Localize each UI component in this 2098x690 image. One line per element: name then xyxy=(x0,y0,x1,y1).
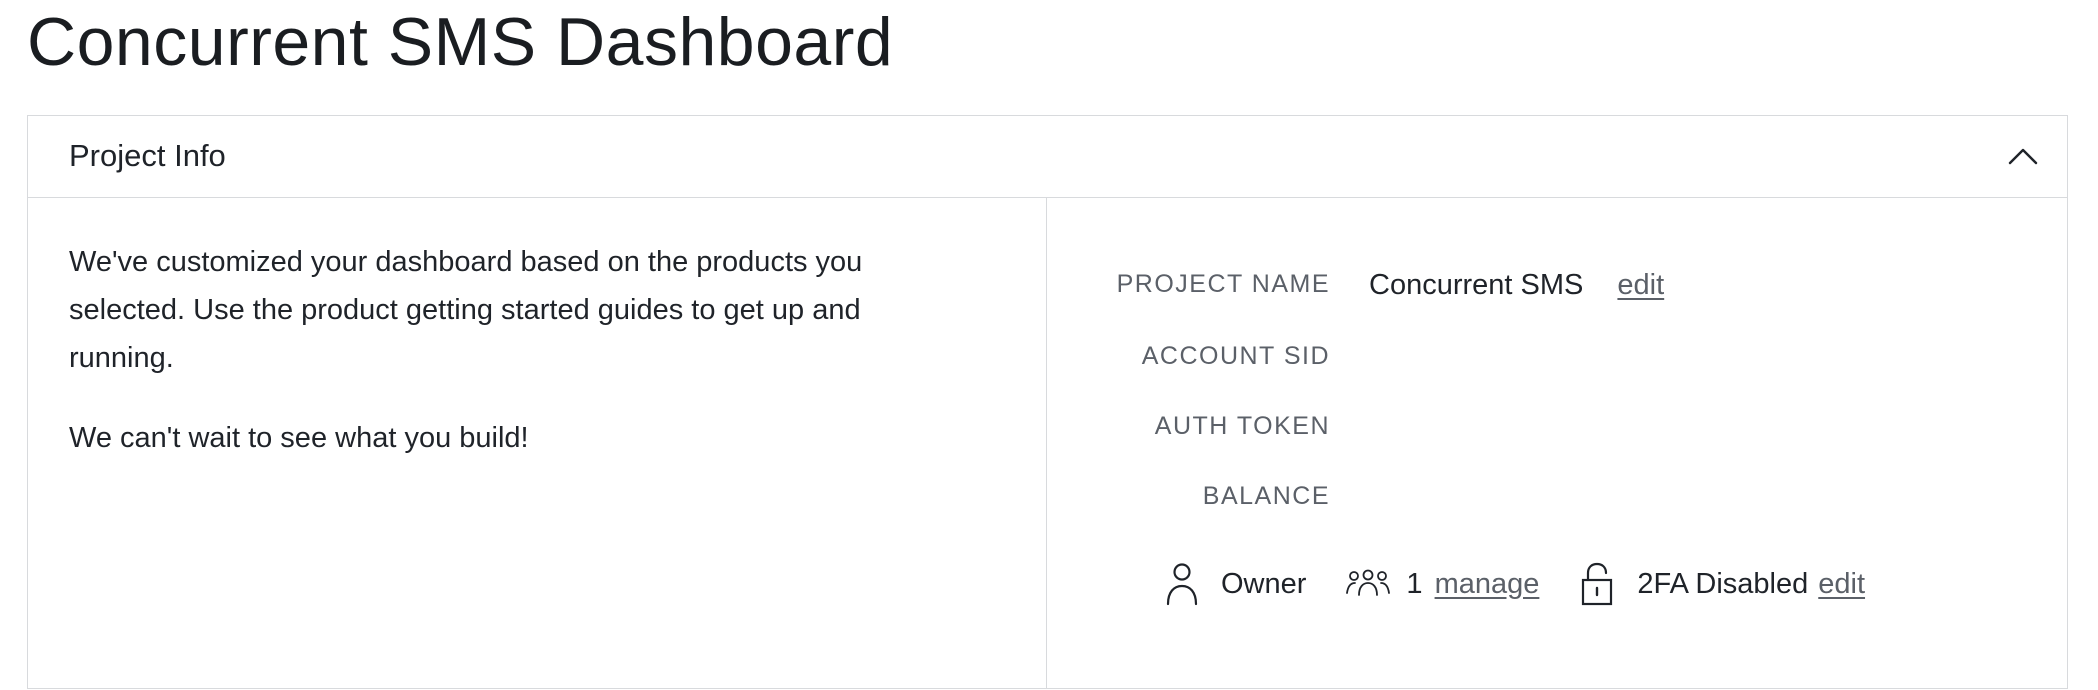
user-icon xyxy=(1165,562,1199,606)
chevron-up-icon xyxy=(2008,148,2038,165)
lock-icon xyxy=(1581,562,1613,606)
project-name-value: Concurrent SMS edit xyxy=(1369,267,1664,303)
project-info-card: Project Info We've customized your dashb… xyxy=(27,115,2068,689)
manage-members-link[interactable]: manage xyxy=(1435,568,1540,601)
outro-text: We can't wait to see what you build! xyxy=(69,422,529,454)
project-name-text: Concurrent SMS xyxy=(1369,269,1584,301)
intro-text: We've customized your dashboard based on… xyxy=(69,246,863,374)
page-title: Concurrent SMS Dashboard xyxy=(27,4,894,80)
project-name-label: PROJECT NAME xyxy=(1116,270,1330,298)
project-info-description: We've customized your dashboard based on… xyxy=(28,198,1047,688)
edit-project-name-link[interactable]: edit xyxy=(1617,269,1664,301)
collapse-button[interactable] xyxy=(1999,132,2047,180)
project-info-title: Project Info xyxy=(69,138,226,173)
balance-label: BALANCE xyxy=(1202,482,1330,510)
account-sid-label: ACCOUNT SID xyxy=(1141,342,1330,370)
twofa-status: 2FA Disabled xyxy=(1637,567,1809,600)
project-info-header[interactable]: Project Info xyxy=(28,116,2067,198)
group-icon xyxy=(1346,569,1391,599)
member-count: 1 xyxy=(1406,567,1423,600)
edit-twofa-link[interactable]: edit xyxy=(1818,568,1865,601)
role-text: Owner xyxy=(1221,567,1307,600)
auth-token-label: AUTH TOKEN xyxy=(1154,412,1330,440)
account-footer: Owner 1 manage 2FA Disabled edit xyxy=(1165,556,1865,612)
project-details: PROJECT NAME Concurrent SMS edit ACCOUNT… xyxy=(1047,198,2067,688)
